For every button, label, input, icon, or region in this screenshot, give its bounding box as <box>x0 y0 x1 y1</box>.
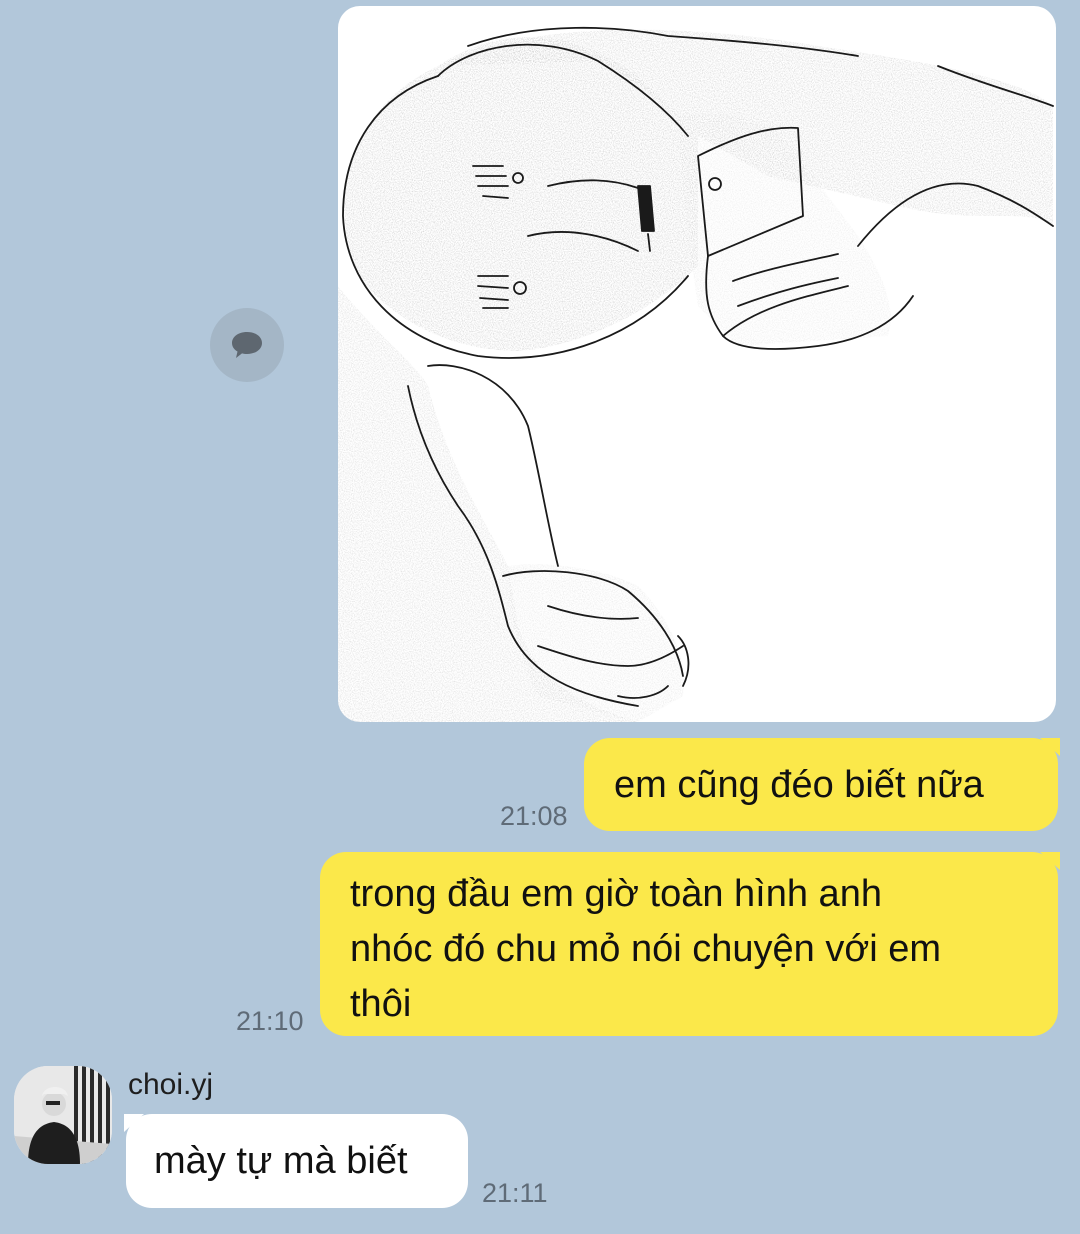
message-text-line: nhóc đó chu mỏ nói chuyện với em <box>350 928 942 970</box>
message-timestamp: 21:11 <box>482 1178 548 1208</box>
message-timestamp: 21:10 <box>236 1006 304 1036</box>
chat-window[interactable]: em cũng đéo biết nữa 21:08 trong đầu em … <box>0 0 1080 1234</box>
outgoing-message[interactable]: trong đầu em giờ toàn hình anh nhóc đó c… <box>320 852 1060 1036</box>
image-message[interactable] <box>338 6 1056 722</box>
bubble-tail <box>1040 738 1060 756</box>
avatar[interactable] <box>14 1066 112 1164</box>
incoming-message[interactable]: mày tự mà biết <box>124 1114 468 1208</box>
sketch-image <box>338 26 1054 722</box>
message-text-line: thôi <box>350 983 412 1025</box>
message-text: mày tự mà biết <box>154 1140 408 1182</box>
share-button[interactable] <box>210 308 284 382</box>
message-text-line: trong đầu em giờ toàn hình anh <box>350 873 882 915</box>
bubble-tail <box>1040 852 1060 870</box>
outgoing-message[interactable]: em cũng đéo biết nữa <box>584 738 1060 831</box>
bubble-tail <box>124 1114 144 1132</box>
speech-bubble-icon <box>232 332 262 358</box>
message-timestamp: 21:08 <box>500 801 568 831</box>
sender-name[interactable]: choi.yj <box>128 1068 213 1102</box>
message-text: em cũng đéo biết nữa <box>614 764 984 806</box>
avatar-photo <box>14 1066 112 1164</box>
